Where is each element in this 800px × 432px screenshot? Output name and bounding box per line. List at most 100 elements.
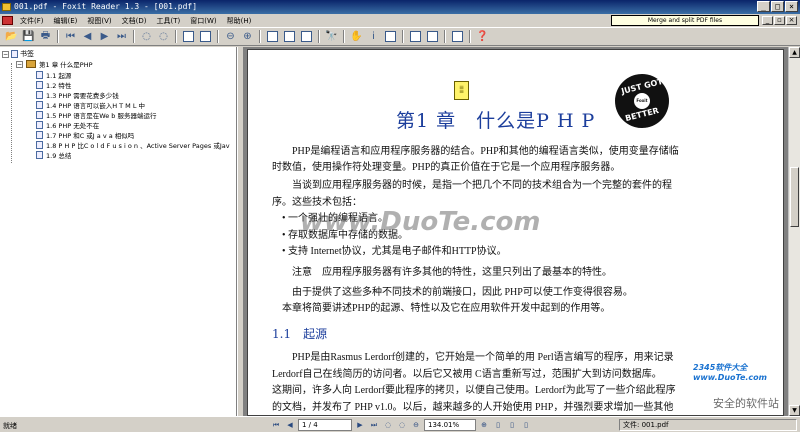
toolbar-separator bbox=[259, 30, 261, 43]
bookmark-item-label: 1.4 PHP 语言可以嵌入H T M L 中 bbox=[46, 102, 146, 110]
menu-help[interactable]: 帮助(H) bbox=[222, 15, 257, 27]
doc-restore-button[interactable]: ▫ bbox=[774, 16, 785, 25]
menu-window[interactable]: 窗口(W) bbox=[185, 15, 221, 27]
menu-edit[interactable]: 编辑(E) bbox=[49, 15, 83, 27]
next-page-icon[interactable]: ▶ bbox=[97, 30, 112, 44]
print-icon[interactable]: 🖶 bbox=[38, 30, 53, 44]
scroll-up-icon[interactable]: ▲ bbox=[789, 47, 800, 58]
text-line: 这期间，许多人向 Lerdorf要此程序的拷贝，以便自己使用。Lerdorf为此… bbox=[272, 385, 676, 396]
forward-button[interactable]: ◌ bbox=[396, 419, 408, 431]
single-page-button[interactable]: ▯ bbox=[492, 419, 504, 431]
bookmark-item-label: 1.6 PHP 无处不在 bbox=[46, 122, 100, 130]
last-page-icon[interactable]: ⏭ bbox=[114, 30, 129, 44]
continuous-icon[interactable] bbox=[282, 30, 297, 44]
section-title: 1.1 起源 bbox=[272, 327, 328, 341]
badge-center-text: Foxit bbox=[634, 93, 650, 109]
bookmark-item[interactable]: 1.9 总结 bbox=[36, 150, 71, 160]
select-text-icon[interactable]: Ꭵ bbox=[366, 30, 381, 44]
toolbar-separator bbox=[469, 30, 471, 43]
page-icon bbox=[36, 111, 43, 119]
tooltip: Merge and split PDF files bbox=[611, 15, 759, 26]
zoom-field[interactable]: 134.01% bbox=[424, 419, 476, 431]
status-file: 文件: 001.pdf bbox=[619, 419, 797, 431]
app-window: 001.pdf - Foxit Reader 1.3 - [001.pdf] _… bbox=[0, 0, 800, 432]
bookmark-root-label: 书签 bbox=[20, 50, 34, 58]
facing-button[interactable]: ▯ bbox=[520, 419, 532, 431]
note-icon[interactable]: ≡ ≡ bbox=[454, 81, 469, 100]
minimize-button[interactable]: _ bbox=[757, 1, 770, 12]
zoom-out-icon[interactable]: ⊖ bbox=[223, 30, 238, 44]
snapshot-icon[interactable] bbox=[383, 30, 398, 44]
fit-page-icon[interactable] bbox=[198, 30, 213, 44]
bookmark-item[interactable]: 1.7 PHP 和C 或J a v a 相似吗 bbox=[36, 130, 134, 140]
forward-icon[interactable]: ◌ bbox=[156, 30, 171, 44]
text-line: PHP是由Rasmus Lerdorf创建的，它开始是一个简单的用 Perl语言… bbox=[292, 352, 674, 363]
document-view: ≡ ≡ JUST GOT Foxit BETTER 第1 章 什么是P H P P… bbox=[243, 47, 788, 416]
bookmark-item[interactable]: 1.3 PHP 需要花费多少钱 bbox=[36, 90, 119, 100]
maximize-button[interactable]: □ bbox=[771, 1, 784, 12]
hand-tool-icon[interactable]: ✋ bbox=[349, 30, 364, 44]
previous-page-icon[interactable]: ◀ bbox=[80, 30, 95, 44]
annotation-icon[interactable] bbox=[450, 30, 465, 44]
bookmark-item[interactable]: 1.2 特性 bbox=[36, 80, 71, 90]
bookmark-item[interactable]: 1.1 起源 bbox=[36, 70, 71, 80]
zoom-in-icon[interactable]: ⊕ bbox=[240, 30, 255, 44]
close-button[interactable]: × bbox=[785, 1, 798, 12]
fit-width-icon[interactable] bbox=[181, 30, 196, 44]
bookmark-root[interactable]: − 书签 bbox=[2, 49, 34, 59]
status-text: 就绪 bbox=[3, 422, 17, 430]
first-page-button[interactable]: ⏮ bbox=[270, 419, 282, 431]
scroll-thumb[interactable] bbox=[790, 167, 799, 227]
last-page-button[interactable]: ⏭ bbox=[368, 419, 380, 431]
menu-document[interactable]: 文档(D) bbox=[117, 15, 152, 27]
text-line: 的文档，并发布了 PHP v1.0。以后，越来越多的人开始使用 PHP，并强烈要… bbox=[272, 402, 674, 413]
first-page-icon[interactable]: ⏮ bbox=[63, 30, 78, 44]
watermark-main: www.DuoTe.com bbox=[300, 207, 541, 237]
bookmark-panel-icon[interactable] bbox=[408, 30, 423, 44]
doc-close-button[interactable]: × bbox=[786, 16, 797, 25]
text-line: 本章将简要讲述PHP的起源、特性以及它在应用软件开发中起到的作用等。 bbox=[282, 303, 611, 314]
bookmark-item[interactable]: 1.6 PHP 无处不在 bbox=[36, 120, 99, 130]
thumbnail-panel-icon[interactable] bbox=[425, 30, 440, 44]
document-icon[interactable] bbox=[2, 16, 13, 25]
text-line: 当谈到应用程序服务器的时候，是指一个把几个不同的技术组合为一个完整的套件的程 bbox=[292, 180, 672, 191]
bookmark-item[interactable]: 1.8 P H P 比C o l d F u s i o n 、Active S… bbox=[36, 140, 230, 150]
text-line: PHP是编程语言和应用程序服务器的结合。PHP和其他的编程语言类似，使用变量存储… bbox=[292, 146, 679, 157]
back-button[interactable]: ◌ bbox=[382, 419, 394, 431]
page-number-field[interactable]: 1 / 4 bbox=[298, 419, 352, 431]
collapse-icon[interactable]: − bbox=[16, 60, 23, 68]
toolbar: 📂 💾 🖶 ⏮ ◀ ▶ ⏭ ◌ ◌ ⊖ ⊕ 🔭 ✋ Ꭵ ❓ bbox=[0, 27, 800, 46]
toolbar-separator bbox=[57, 30, 59, 43]
watermark-brand-name: 2345软件大全 bbox=[693, 363, 748, 372]
text-line: 由于提供了这些多种不同技术的前端接口，因此 PHP可以使工作变得很容易。 bbox=[292, 287, 633, 298]
toolbar-separator bbox=[175, 30, 177, 43]
prev-page-button[interactable]: ◀ bbox=[284, 419, 296, 431]
menu-tools[interactable]: 工具(T) bbox=[152, 15, 186, 27]
page-icon bbox=[36, 141, 43, 149]
zoom-out-button[interactable]: ⊖ bbox=[410, 419, 422, 431]
doc-minimize-button[interactable]: _ bbox=[762, 16, 773, 25]
continuous-button[interactable]: ▯ bbox=[506, 419, 518, 431]
bookmark-item[interactable]: 1.4 PHP 语言可以嵌入H T M L 中 bbox=[36, 100, 145, 110]
help-icon[interactable]: ❓ bbox=[475, 30, 490, 44]
facing-icon[interactable] bbox=[299, 30, 314, 44]
toolbar-separator bbox=[343, 30, 345, 43]
back-icon[interactable]: ◌ bbox=[139, 30, 154, 44]
chapter-title: 第1 章 什么是P H P bbox=[396, 110, 596, 132]
scroll-down-icon[interactable]: ▼ bbox=[789, 405, 800, 416]
next-page-button[interactable]: ▶ bbox=[354, 419, 366, 431]
bookmark-chapter[interactable]: − 第1 章 什么是PHP bbox=[16, 59, 93, 69]
single-page-icon[interactable] bbox=[265, 30, 280, 44]
zoom-in-button[interactable]: ⊕ bbox=[478, 419, 490, 431]
save-icon[interactable]: 💾 bbox=[21, 30, 36, 44]
toolbar-separator bbox=[133, 30, 135, 43]
open-icon[interactable]: 📂 bbox=[4, 30, 19, 44]
find-icon[interactable]: 🔭 bbox=[324, 30, 339, 44]
collapse-icon[interactable]: − bbox=[2, 50, 9, 58]
menu-file[interactable]: 文件(F) bbox=[15, 15, 49, 27]
title-bar: 001.pdf - Foxit Reader 1.3 - [001.pdf] _… bbox=[0, 0, 800, 14]
menu-view[interactable]: 视图(V) bbox=[82, 15, 116, 27]
window-controls: _ □ × bbox=[757, 1, 798, 12]
vertical-scrollbar[interactable]: ▲ ▼ bbox=[788, 47, 800, 416]
bookmark-item[interactable]: 1.5 PHP 语言是在We b 服务器端运行 bbox=[36, 110, 157, 120]
